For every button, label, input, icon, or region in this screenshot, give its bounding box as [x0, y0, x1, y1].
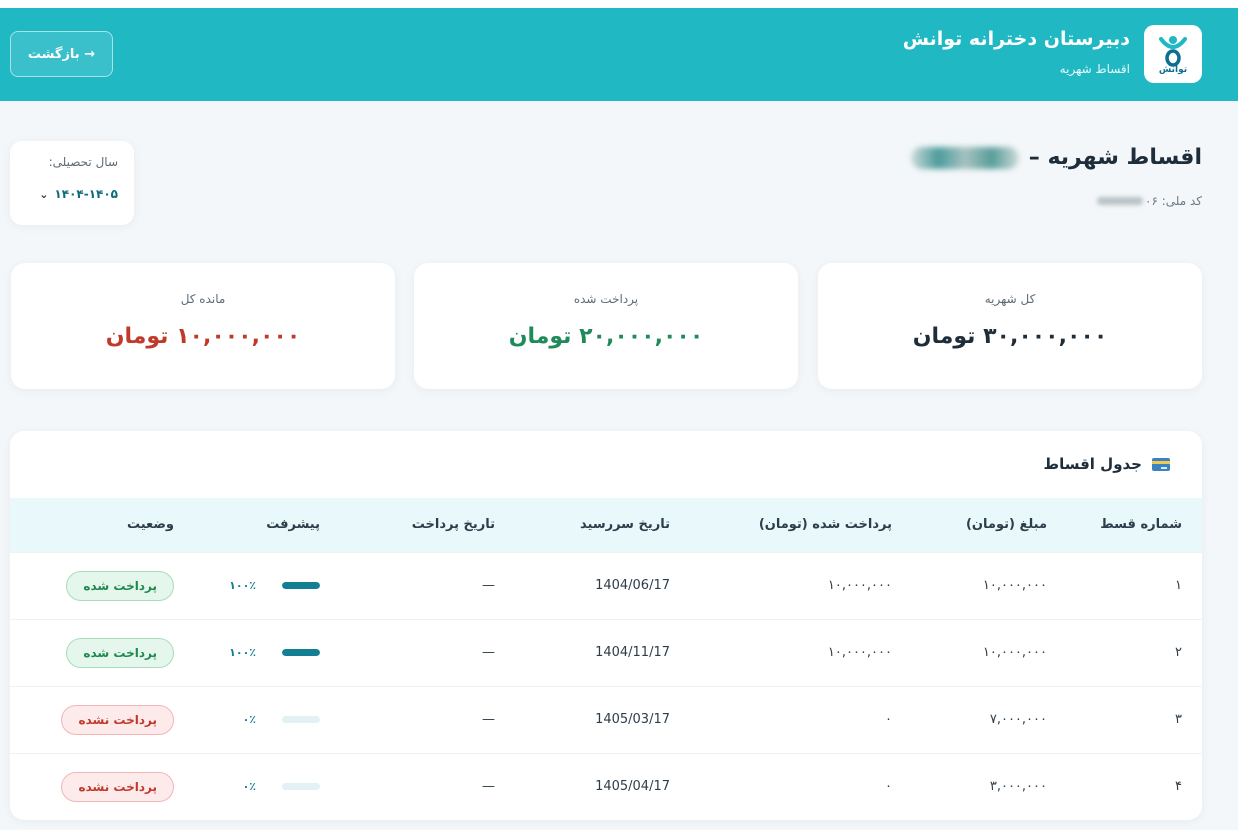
- column-header: پرداخت شده (تومان): [758, 517, 892, 533]
- national-id: کد ملی: ۰۶: [1097, 194, 1202, 208]
- installment-status: پرداخت نشده: [10, 753, 194, 820]
- column-header: پیشرفت: [266, 517, 320, 533]
- school-logo: توانش: [1144, 25, 1202, 83]
- installment-paid: ۰: [885, 712, 892, 727]
- table-row: ۱ ۱۰,۰۰۰,۰۰۰ ۱۰,۰۰۰,۰۰۰ 1404/06/17 — ۱۰۰٪ پردا…: [10, 552, 1202, 619]
- installment-status: پرداخت شده: [10, 552, 194, 619]
- column-header: وضعیت: [126, 517, 174, 533]
- table-row: ۲ ۱۰,۰۰۰,۰۰۰ ۱۰,۰۰۰,۰۰۰ 1404/11/17 — ۱۰۰٪ پردا…: [10, 619, 1202, 686]
- academic-year-dropdown[interactable]: ۱۴۰۴-۱۴۰۵ ⌄: [26, 187, 118, 201]
- logo-figure-icon: [1159, 36, 1187, 67]
- school-name: دبیرستان دخترانه توانش: [902, 28, 1130, 50]
- installment-due-date: 1405/04/17: [595, 779, 670, 795]
- back-button[interactable]: → بازگشت: [10, 31, 113, 77]
- progress-percent: ۱۰۰٪: [229, 646, 256, 659]
- table-row: ۳ ۷,۰۰۰,۰۰۰ ۰ 1405/03/17 — ۰٪ پرداخت نشده: [10, 686, 1202, 753]
- academic-year-value: ۱۴۰۴-۱۴۰۵: [54, 187, 118, 201]
- status-badge: پرداخت نشده: [61, 704, 174, 735]
- progress-percent: ۰٪: [242, 713, 256, 726]
- summary-card-label: پرداخت شده: [573, 292, 639, 306]
- summary-card-remaining: مانده کل ۱۰,۰۰۰,۰۰۰ تومان: [11, 263, 395, 389]
- summary-card-label: مانده کل: [180, 292, 226, 306]
- installment-amount: ۱۰,۰۰۰,۰۰۰: [982, 578, 1047, 593]
- installments-title-text: جدول اقساط: [1043, 455, 1142, 473]
- status-badge: پرداخت نشده: [61, 771, 174, 802]
- academic-year-label: سال تحصیلی:: [48, 155, 118, 169]
- app-header: توانش دبیرستان دخترانه توانش اقساط شهریه…: [0, 8, 1238, 101]
- redacted-student-name: [910, 146, 1019, 169]
- chevron-down-icon: ⌄: [39, 187, 49, 201]
- page-title: اقساط شهریه –: [910, 145, 1202, 170]
- redacted-national-id: [1097, 197, 1144, 205]
- progress-bar: [282, 582, 320, 589]
- installments-panel: جدول اقساط شماره قسط مبلغ (تومان) پرداخت…: [10, 431, 1202, 820]
- academic-year-selector: سال تحصیلی: ۱۴۰۴-۱۴۰۵ ⌄: [10, 141, 134, 225]
- summary-card-value: ۳۰,۰۰۰,۰۰۰ تومان: [912, 324, 1108, 349]
- installment-progress: ۱۰۰٪: [194, 552, 340, 619]
- installment-status: پرداخت شده: [10, 619, 194, 686]
- status-badge: پرداخت شده: [66, 637, 174, 668]
- progress-bar-fill: [282, 582, 320, 589]
- summary-card-value: ۲۰,۰۰۰,۰۰۰ تومان: [508, 324, 704, 349]
- installment-progress: ۱۰۰٪: [194, 619, 340, 686]
- installment-number: ۳: [1175, 712, 1182, 727]
- installment-number: ۴: [1175, 779, 1182, 795]
- progress-bar: [282, 649, 320, 656]
- header-subtitle: اقساط شهریه: [1059, 62, 1130, 76]
- progress-percent: ۰٪: [242, 780, 256, 794]
- installment-progress: ۰٪: [194, 686, 340, 753]
- installment-payment-date: —: [482, 779, 495, 795]
- installment-paid: ۱۰,۰۰۰,۰۰۰: [827, 578, 892, 593]
- installment-due-date: 1404/06/17: [595, 578, 670, 593]
- national-id-label: کد ملی: ۰۶: [1145, 194, 1202, 208]
- installment-due-date: 1404/11/17: [595, 645, 670, 660]
- installments-table: شماره قسط مبلغ (تومان) پرداخت شده (تومان…: [10, 498, 1202, 820]
- page-title-text: اقساط شهریه –: [1028, 145, 1202, 170]
- installments-title: جدول اقساط: [1044, 455, 1170, 473]
- logo-text: توانش: [1158, 65, 1188, 75]
- installment-number: ۲: [1175, 645, 1182, 660]
- summary-card-value: ۱۰,۰۰۰,۰۰۰ تومان: [105, 324, 301, 349]
- status-badge: پرداخت شده: [66, 570, 174, 601]
- column-header: شماره قسط: [1100, 517, 1182, 533]
- installment-amount: ۷,۰۰۰,۰۰۰: [989, 712, 1047, 727]
- progress-bar-fill: [282, 649, 320, 656]
- summary-card-total: کل شهریه ۳۰,۰۰۰,۰۰۰ تومان: [818, 263, 1202, 389]
- installment-number: ۱: [1175, 578, 1182, 593]
- table-header-row: شماره قسط مبلغ (تومان) پرداخت شده (تومان…: [10, 498, 1202, 552]
- installment-payment-date: —: [482, 645, 495, 660]
- progress-percent: ۱۰۰٪: [229, 579, 256, 592]
- table-row: ۴ ۳,۰۰۰,۰۰۰ ۰ 1405/04/17 — ۰٪ پرداخت نشده: [10, 753, 1202, 820]
- column-header: تاریخ پرداخت: [411, 517, 495, 533]
- installment-progress: ۰٪: [194, 753, 340, 820]
- installment-payment-date: —: [482, 712, 495, 727]
- column-header: مبلغ (تومان): [965, 517, 1047, 533]
- installment-paid: ۱۰,۰۰۰,۰۰۰: [827, 645, 892, 660]
- progress-bar: [282, 716, 320, 723]
- installment-amount: ۱۰,۰۰۰,۰۰۰: [982, 645, 1047, 660]
- installment-amount: ۳,۰۰۰,۰۰۰: [989, 779, 1047, 795]
- column-header: تاریخ سررسید: [580, 517, 670, 533]
- top-strip: [0, 0, 1238, 8]
- summary-card-paid: پرداخت شده ۲۰,۰۰۰,۰۰۰ تومان: [414, 263, 798, 389]
- installment-payment-date: —: [482, 578, 495, 593]
- credit-card-icon: [1152, 457, 1170, 471]
- installment-paid: ۰: [885, 779, 892, 795]
- summary-card-label: کل شهریه: [984, 292, 1036, 306]
- installment-due-date: 1405/03/17: [595, 712, 670, 727]
- installment-status: پرداخت نشده: [10, 686, 194, 753]
- progress-bar: [282, 783, 320, 791]
